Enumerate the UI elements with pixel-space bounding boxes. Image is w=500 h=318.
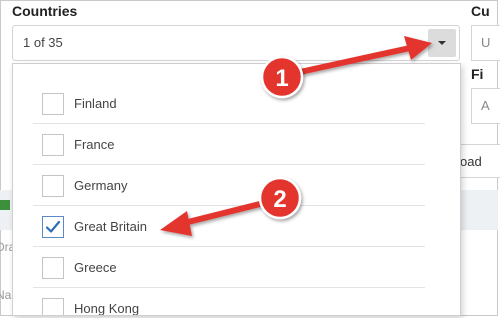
callout-arrow-2 <box>160 200 267 236</box>
callout-number-1: 1 <box>275 65 288 92</box>
callout-overlay: 1 2 <box>160 36 432 236</box>
callout-number-2: 2 <box>273 186 286 213</box>
callout-arrow-1 <box>297 36 432 75</box>
